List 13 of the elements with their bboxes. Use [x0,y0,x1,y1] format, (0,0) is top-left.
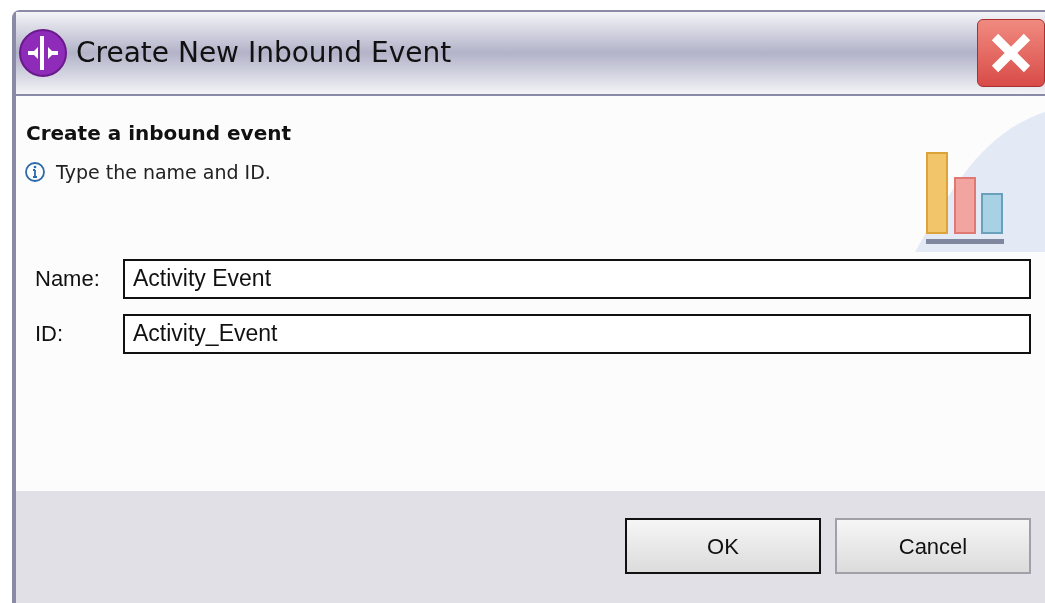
window-title: Create New Inbound Event [76,35,452,71]
close-button[interactable] [977,19,1045,87]
dialog-button[interactable]: OK [625,518,821,574]
page-heading: Create a inbound event [26,120,293,147]
dialog-button[interactable]: Cancel [835,518,1031,574]
info-message: Type the name and ID. [56,160,271,185]
app-icon [18,28,68,78]
field-label: ID: [35,320,65,348]
input-field[interactable]: Activity_Event [123,313,1031,354]
close-icon [989,31,1033,75]
input-field[interactable]: Activity Event [123,258,1031,299]
field-label: Name: [35,265,101,293]
info-icon [24,161,46,184]
